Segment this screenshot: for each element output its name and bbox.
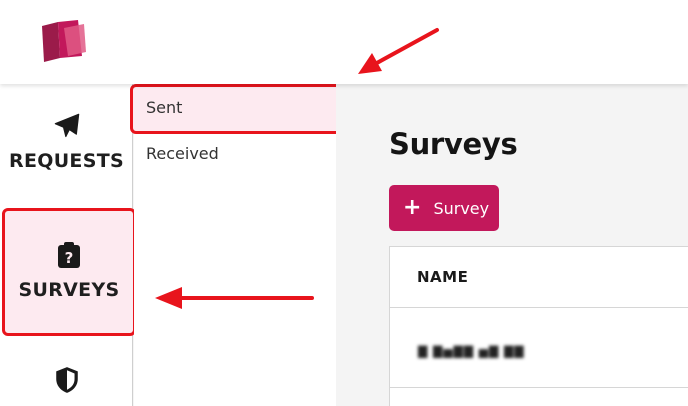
top-bar (0, 0, 688, 84)
subnav-sent[interactable]: Sent (130, 84, 346, 134)
main-content: Surveys + Survey NAME ▇ ▇▅▇▇ ▅▇ ▇▇ (336, 84, 688, 406)
svg-text:?: ? (65, 249, 74, 267)
shield-icon (55, 367, 78, 393)
add-survey-button-label: Survey (433, 198, 490, 218)
nav-surveys-label: SURVEYS (18, 279, 120, 301)
nav-privacy[interactable] (0, 366, 133, 406)
subnav-received[interactable]: Received (134, 132, 336, 178)
nav-requests[interactable]: REQUESTS (0, 112, 133, 192)
nav-surveys[interactable]: ? SURVEYS (2, 208, 136, 336)
survey-clipboard-icon: ? (58, 242, 80, 268)
send-icon (54, 113, 79, 138)
column-header-name[interactable]: NAME (390, 247, 688, 308)
secondary-nav: Sent Received (130, 84, 346, 406)
survey-name-cell[interactable]: ▇ ▇▅▇▇ ▅▇ ▇▇ (418, 344, 525, 358)
nav-requests-label: REQUESTS (9, 150, 124, 172)
app-logo[interactable] (38, 18, 88, 64)
table-row[interactable]: ▇ ▇▅▇▇ ▅▇ ▇▇ (390, 308, 688, 388)
surveys-table: NAME ▇ ▇▅▇▇ ▅▇ ▇▇ (389, 246, 688, 406)
page-title: Surveys (389, 127, 518, 161)
add-survey-button[interactable]: + Survey (389, 185, 499, 231)
plus-icon: + (403, 195, 422, 220)
primary-nav-rail: REQUESTS ? SURVEYS (0, 84, 136, 406)
